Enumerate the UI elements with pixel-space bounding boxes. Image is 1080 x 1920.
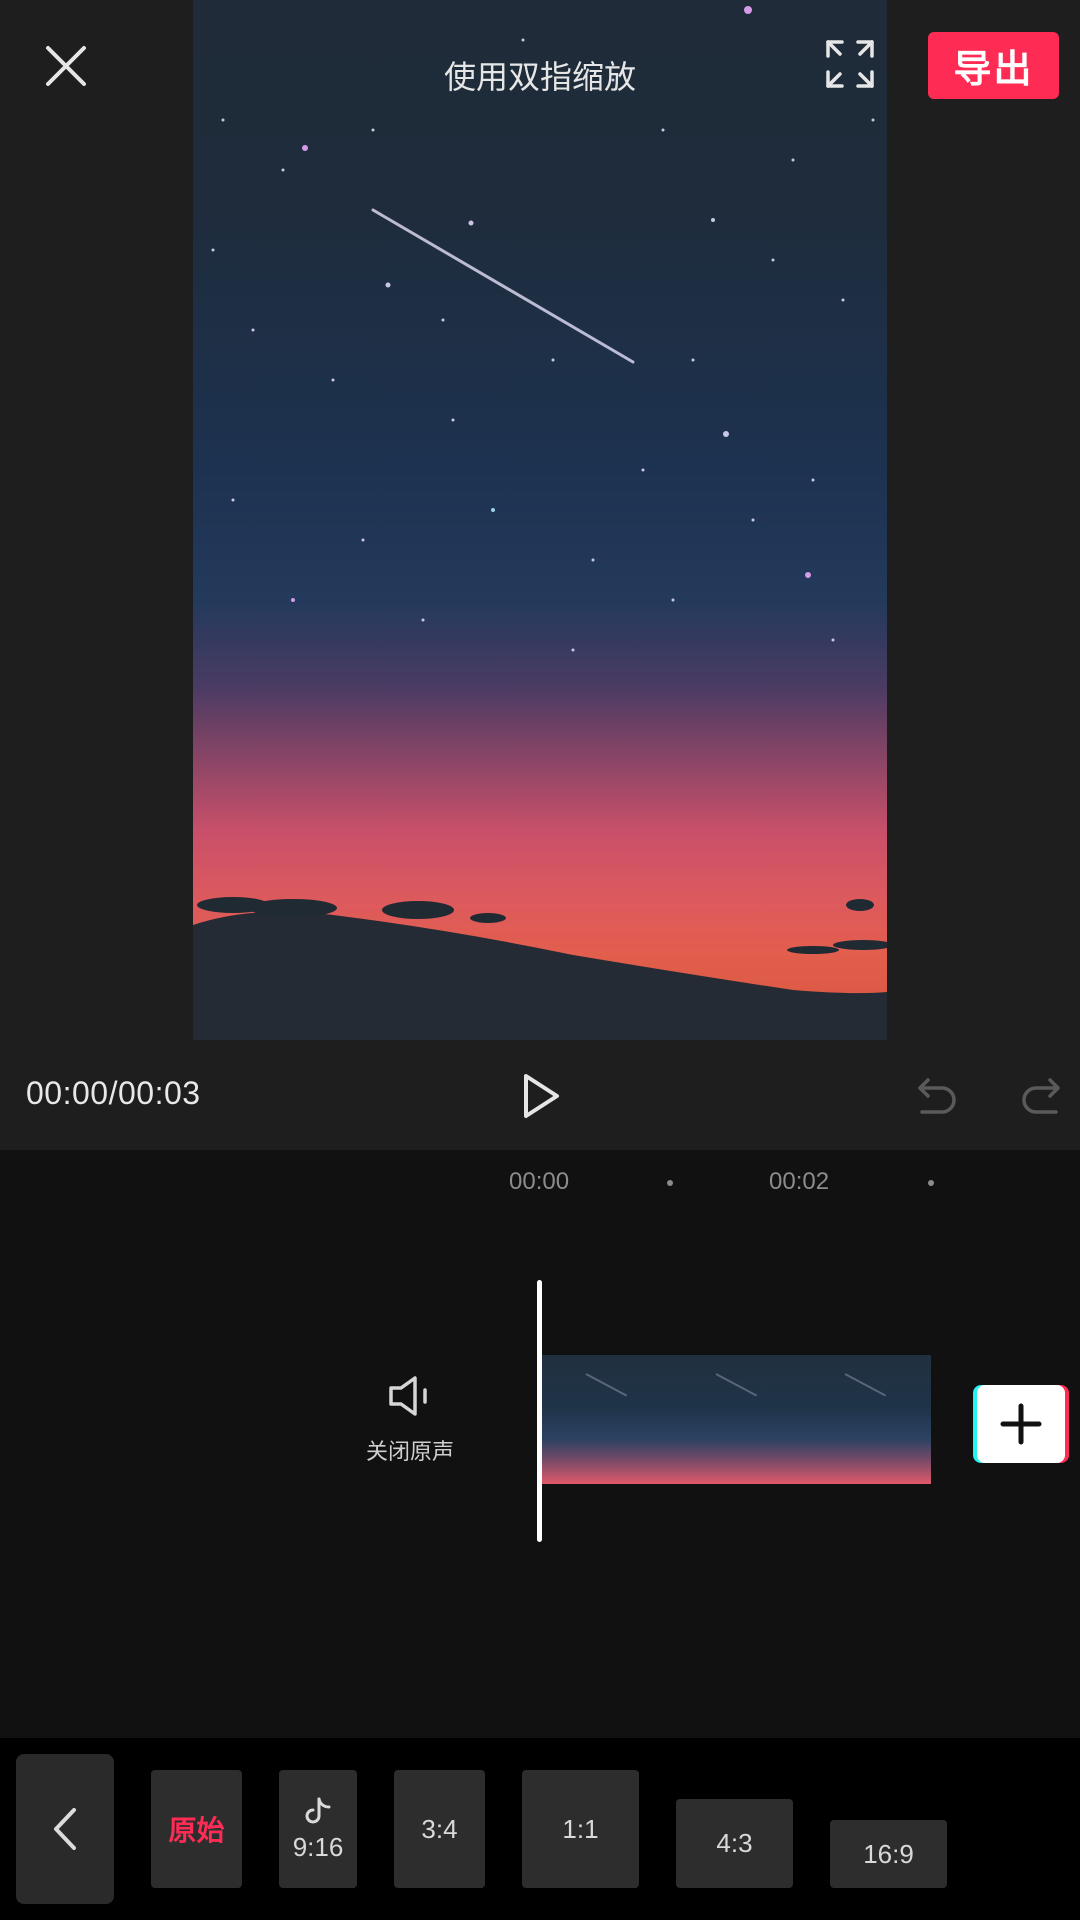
export-button[interactable]: 导出 <box>928 32 1059 99</box>
video-preview[interactable] <box>193 0 887 1040</box>
aspect-ratio-bar: 原始 9:16 3:4 1:1 4:3 16:9 <box>0 1738 1080 1920</box>
undo-icon <box>918 1078 956 1114</box>
pinch-zoom-hint: 使用双指缩放 <box>443 59 636 95</box>
ratio-label: 1:1 <box>562 1813 599 1844</box>
ratio-3-4-button[interactable]: 3:4 <box>394 1770 485 1888</box>
starry-sky-image <box>193 6 887 1040</box>
add-clip-button[interactable] <box>977 1385 1065 1463</box>
preview-area: 使用双指缩放 导出 00:00/00:03 <box>0 0 1080 1150</box>
redo-icon <box>1022 1078 1060 1114</box>
playhead[interactable] <box>537 1280 542 1542</box>
clip-thumbnail <box>801 1355 932 1484</box>
ratio-4-3-button[interactable]: 4:3 <box>676 1799 793 1888</box>
clip-thumbnail <box>671 1355 802 1484</box>
play-button[interactable] <box>517 1070 565 1122</box>
back-button[interactable] <box>16 1754 114 1904</box>
time-tick: 00:00 <box>509 1168 570 1195</box>
redo-button[interactable] <box>1018 1072 1064 1118</box>
video-clip-track[interactable] <box>542 1355 932 1484</box>
undo-button[interactable] <box>914 1072 960 1118</box>
ratio-label: 4:3 <box>716 1828 753 1858</box>
playback-time: 00:00/00:03 <box>26 1075 201 1111</box>
ratio-label: 3:4 <box>421 1813 458 1844</box>
video-editor-screen: 使用双指缩放 导出 00:00/00:03 00:00 00:02 关闭原声 原… <box>0 0 1080 1920</box>
ratio-label: 原始 <box>168 1815 225 1846</box>
chevron-left-icon <box>54 1808 76 1850</box>
ratio-16-9-button[interactable]: 16:9 <box>830 1820 947 1888</box>
timeline-panel[interactable]: 00:00 00:02 关闭原声 <box>0 1150 1080 1738</box>
ratio-1-1-button[interactable]: 1:1 <box>522 1770 639 1888</box>
mute-label: 关闭原声 <box>365 1439 454 1464</box>
tiktok-icon <box>305 1797 331 1823</box>
tick-dot <box>667 1180 673 1186</box>
ratio-9-16-button[interactable]: 9:16 <box>279 1770 357 1888</box>
time-tick: 00:02 <box>769 1168 830 1195</box>
fullscreen-button[interactable] <box>824 38 876 90</box>
fullscreen-icon <box>826 40 874 88</box>
tick-dot <box>928 1180 934 1186</box>
ratio-label: 16:9 <box>863 1838 914 1869</box>
mute-original-audio-button[interactable]: 关闭原声 <box>360 1368 460 1468</box>
ratio-label: 9:16 <box>292 1831 344 1862</box>
play-icon <box>524 1074 559 1118</box>
speaker-icon <box>389 1376 427 1416</box>
plus-icon <box>1000 1403 1042 1445</box>
clip-thumbnail <box>542 1355 672 1484</box>
ratio-original-button[interactable]: 原始 <box>151 1770 242 1888</box>
